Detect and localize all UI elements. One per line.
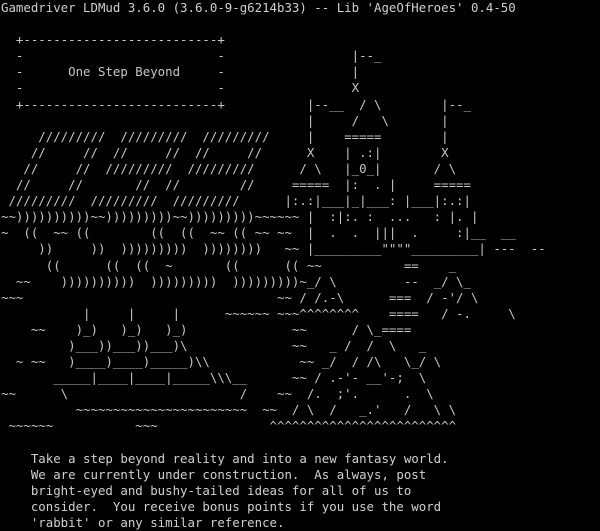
ascii-art-line: ~~ )_) )_) )_) ~~ / \_==== — [1, 321, 412, 337]
ascii-art-line: // // // // // // X | .:| X — [1, 144, 449, 160]
ascii-art-line: ~~~~~~ ~~~ ^^^^^^^^^^^^^^^^^^^^^^^^^ — [1, 418, 457, 434]
ascii-art-line: ~ (( ~~ (( (( (( ~~ (( ~~ ~~ | . . ||| .… — [1, 225, 516, 241]
ascii-art-line: _____|____|____|_____\\\__ ~~ / .-'- __'… — [1, 370, 427, 386]
ascii-art-line: +--------------------------+ — [1, 32, 225, 48]
ascii-art-line: +--------------------------+ |--__ / \ |… — [1, 96, 471, 112]
ascii-art-line — [1, 16, 600, 32]
ascii-art-line: - One Step Beyond - | — [1, 64, 360, 80]
ascii-art-line: ~~~ ~~ / /.-\ === / -'/ \ — [1, 289, 479, 305]
welcome-text-line: Take a step beyond reality and into a ne… — [1, 450, 449, 466]
ascii-art-line: ~ ~~ )____)____)_____)\\ ~~ _/ / /\ \_/ … — [1, 354, 442, 370]
ascii-art-line: )) )) ))))))))) )))))))) ~~ |_________""… — [1, 241, 546, 257]
ascii-art-line: ~~))))))))))~~)))))))))~~)))))))))~~~~~~… — [1, 209, 479, 225]
ascii-art-line: ~~ )))))))))) ))))))))) )))))))))~_/ \ -… — [1, 273, 471, 289]
ascii-art-line: - - X — [1, 80, 360, 96]
ascii-art-line: ~~~~~~~~~~~~~~~~~~~~~~~ ~~ / \ / _.' / \… — [1, 402, 457, 418]
welcome-text-line: consider. You receive bonus points if yo… — [1, 498, 442, 514]
ascii-art-line: )___))___))___)\ ~~ _ / / \ _ — [1, 337, 427, 353]
gamedriver-status-line: Gamedriver LDMud 3.6.0 (3.6.0-9-g6214b33… — [1, 0, 516, 15]
ascii-art-line: ~~ \ / ~~ /. ;'. . \ — [1, 386, 434, 402]
ascii-art-line: // // // // // ===== |: . | ===== — [1, 177, 471, 193]
welcome-text-line: We are currently under construction. As … — [1, 466, 427, 482]
welcome-message: Take a step beyond reality and into a ne… — [1, 451, 600, 531]
ascii-art-line: // // ///////// ///////// / \ |_0_| / \ — [1, 160, 457, 176]
ascii-art-line — [1, 435, 600, 451]
ascii-art-line: | / \ | — [1, 112, 449, 128]
welcome-text-line: 'rabbit' or any similar reference. — [1, 515, 285, 530]
ascii-art-line: ///////// ///////// ///////// | ===== | — [1, 128, 449, 144]
welcome-text-line: bright-eyed and bushy-tailed ideas for a… — [1, 482, 412, 498]
ascii-art-line: - - |--_ — [1, 48, 382, 64]
ascii-art-line: ///////// ///////// ///////// |:.:|___|_… — [1, 193, 471, 209]
terminal-window[interactable]: Gamedriver LDMud 3.6.0 (3.6.0-9-g6214b33… — [0, 0, 600, 531]
ascii-art-line: | | | ~~~~~~ ~~~^^^^^^^^ ==== / -. \ — [1, 305, 516, 321]
ascii-art-line: (( (( (( ~ (( (( ~~ == _ — [1, 257, 457, 273]
banner-ascii-art: +--------------------------+ - - |--_ - … — [1, 16, 600, 451]
